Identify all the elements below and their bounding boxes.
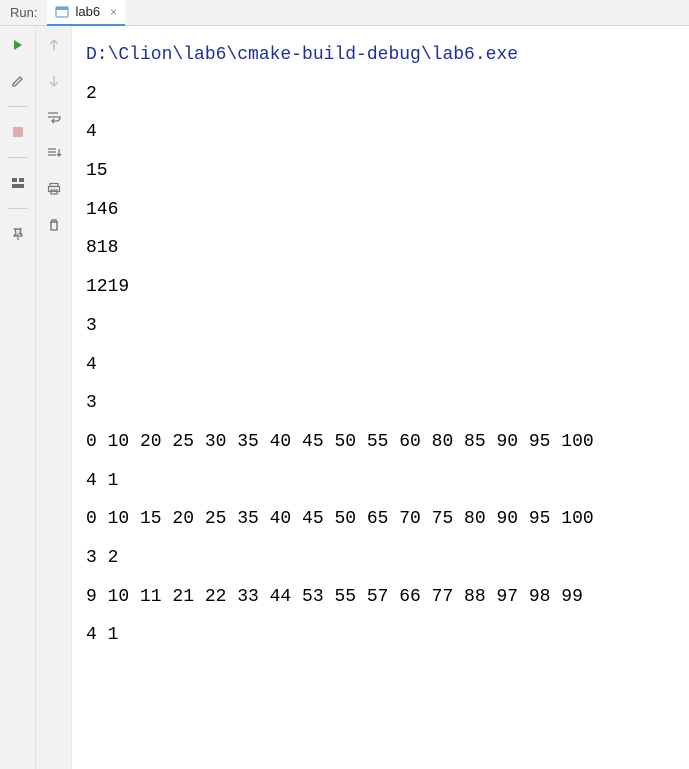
app-icon <box>55 5 69 19</box>
console-line: 4 1 <box>86 616 675 655</box>
stop-button[interactable] <box>5 119 31 145</box>
console-line: 1219 <box>86 268 675 307</box>
body: D:\Clion\lab6\cmake-build-debug\lab6.exe… <box>0 26 689 769</box>
up-button[interactable] <box>41 32 67 58</box>
console-command-line: D:\Clion\lab6\cmake-build-debug\lab6.exe <box>86 36 675 75</box>
console-line: 0 10 20 25 30 35 40 45 50 55 60 80 85 90… <box>86 423 675 462</box>
run-tool-window: Run: lab6 × <box>0 0 689 769</box>
console-line: 9 10 11 21 22 33 44 53 55 57 66 77 88 97… <box>86 578 675 617</box>
console-line: 4 <box>86 113 675 152</box>
tab-name: lab6 <box>75 4 100 19</box>
console-line: 15 <box>86 152 675 191</box>
console-line: 3 <box>86 384 675 423</box>
console-line: 146 <box>86 191 675 230</box>
left-toolbar <box>0 26 36 769</box>
pin-button[interactable] <box>5 221 31 247</box>
soft-wrap-button[interactable] <box>41 104 67 130</box>
console-line: 4 1 <box>86 462 675 501</box>
print-button[interactable] <box>41 176 67 202</box>
header: Run: lab6 × <box>0 0 689 26</box>
clear-button[interactable] <box>41 212 67 238</box>
separator <box>8 208 28 209</box>
layout-button[interactable] <box>5 170 31 196</box>
scroll-to-end-button[interactable] <box>41 140 67 166</box>
close-icon[interactable]: × <box>110 5 117 19</box>
console-output[interactable]: D:\Clion\lab6\cmake-build-debug\lab6.exe… <box>72 26 689 769</box>
console-line: 3 <box>86 307 675 346</box>
console-line: 4 <box>86 346 675 385</box>
console-line: 818 <box>86 229 675 268</box>
console-line: 3 2 <box>86 539 675 578</box>
rerun-button[interactable] <box>5 32 31 58</box>
console-line: 2 <box>86 75 675 114</box>
down-button[interactable] <box>41 68 67 94</box>
edit-config-button[interactable] <box>5 68 31 94</box>
separator <box>8 106 28 107</box>
run-tab[interactable]: lab6 × <box>47 0 125 26</box>
separator <box>8 157 28 158</box>
console-toolbar <box>36 26 72 769</box>
console-line: 0 10 15 20 25 35 40 45 50 65 70 75 80 90… <box>86 500 675 539</box>
run-label: Run: <box>0 5 47 20</box>
